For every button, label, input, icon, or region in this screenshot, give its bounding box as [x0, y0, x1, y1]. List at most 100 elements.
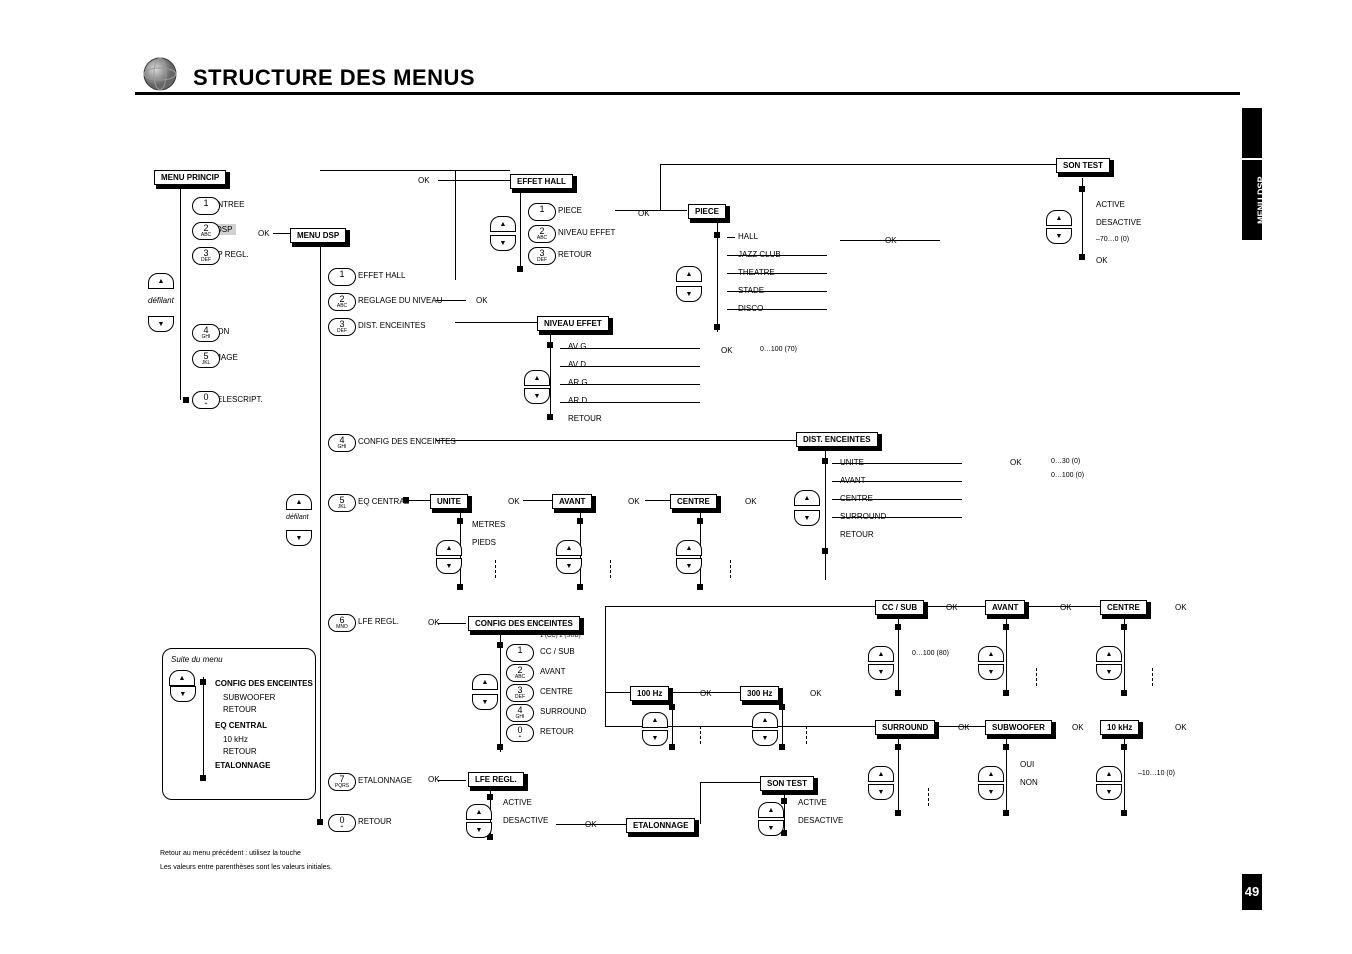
- eq300-up[interactable]: [752, 712, 778, 728]
- ok: OK: [958, 723, 970, 732]
- label-son-test: SON TEST: [1056, 158, 1110, 173]
- cfg-key-1[interactable]: 1: [506, 644, 534, 662]
- eq100-down[interactable]: [642, 730, 668, 746]
- eh-key-1[interactable]: 1: [528, 203, 556, 221]
- dsp-key-1[interactable]: 1: [328, 268, 356, 286]
- cfg-key-3[interactable]: 3DEF: [506, 684, 534, 702]
- ne-up[interactable]: [524, 370, 550, 386]
- eh-key-3[interactable]: 3DEF: [528, 247, 556, 265]
- lfe-2: DESACTIVE: [503, 816, 548, 825]
- eq10k-down[interactable]: [1096, 784, 1122, 800]
- cfg-2: AVANT: [540, 667, 565, 676]
- unite-down[interactable]: [436, 558, 462, 574]
- label-300hz: 300 Hz: [740, 686, 779, 701]
- ccsub-up[interactable]: [868, 646, 894, 662]
- cfg-surr-down[interactable]: [868, 784, 894, 800]
- eh-item-1: PIECE: [558, 206, 582, 215]
- dsp-up[interactable]: [286, 494, 312, 510]
- rb-up[interactable]: [169, 670, 195, 686]
- ok: OK: [700, 689, 712, 698]
- ok: OK: [508, 497, 520, 506]
- de-5: RETOUR: [840, 530, 874, 539]
- eq100-up[interactable]: [642, 712, 668, 728]
- eh-key-2[interactable]: 2ABC: [528, 225, 556, 243]
- cfg-1: CC / SUB: [540, 647, 575, 656]
- key-0[interactable]: 0+: [192, 391, 220, 409]
- cfg-avant-down[interactable]: [978, 664, 1004, 680]
- label-etalonnage: ETALONNAGE: [626, 818, 695, 833]
- cfg-sub-up[interactable]: [978, 766, 1004, 782]
- dsp-item-5: EQ CENTRAL: [358, 497, 409, 506]
- cfg-down[interactable]: [472, 694, 498, 710]
- cfg-key-0[interactable]: 0+: [506, 724, 534, 742]
- et1-down[interactable]: [758, 820, 784, 836]
- de-up[interactable]: [794, 490, 820, 506]
- avant-up[interactable]: [556, 540, 582, 556]
- page-title: STRUCTURE DES MENUS: [193, 65, 475, 91]
- cfg-sub-down[interactable]: [978, 784, 1004, 800]
- dsp-item-1: EFFET HALL: [358, 271, 405, 280]
- eh-item-2: NIVEAU EFFET: [558, 228, 615, 237]
- cfg-centre-up[interactable]: [1096, 646, 1122, 662]
- key-4[interactable]: 4GHI: [192, 324, 220, 342]
- st-2: DESACTIVE: [1096, 218, 1141, 227]
- cfg-surr-up[interactable]: [868, 766, 894, 782]
- et1-up[interactable]: [758, 802, 784, 818]
- dsp-item-7: ETALONNAGE: [358, 776, 412, 785]
- label-avant-c5: AVANT: [552, 494, 592, 509]
- st-up[interactable]: [1046, 210, 1072, 226]
- header-divider: [135, 92, 1240, 95]
- st-down[interactable]: [1046, 228, 1072, 244]
- root-down[interactable]: [148, 316, 174, 332]
- ccsub-down[interactable]: [868, 664, 894, 680]
- dsp-key-5[interactable]: 5JKL: [328, 494, 356, 512]
- key-1[interactable]: 1: [192, 197, 220, 215]
- avant-down[interactable]: [556, 558, 582, 574]
- label-10khz: 10 kHz: [1100, 720, 1139, 735]
- cfg-key-4[interactable]: 4GHI: [506, 704, 534, 722]
- cfg-avant-up[interactable]: [978, 646, 1004, 662]
- cfg-centre-down[interactable]: [1096, 664, 1122, 680]
- right-tab-section: MENU DSP: [1242, 160, 1262, 240]
- piece-down[interactable]: [676, 286, 702, 302]
- eq300-down[interactable]: [752, 730, 778, 746]
- ok: OK: [1072, 723, 1084, 732]
- stop: [822, 458, 828, 464]
- key-2[interactable]: 2ABC: [192, 222, 220, 240]
- lfe-down[interactable]: [466, 822, 492, 838]
- stop: [822, 548, 828, 554]
- label-menu-principal: MENU PRINCIP: [154, 170, 226, 185]
- stop: [714, 324, 720, 330]
- label-niveau-effet: NIVEAU EFFET: [537, 316, 609, 331]
- label-effet-hall: EFFET HALL: [510, 174, 573, 189]
- eh-up[interactable]: [490, 216, 516, 232]
- eh-down[interactable]: [490, 235, 516, 251]
- centre-up[interactable]: [676, 540, 702, 556]
- dsp-key-0[interactable]: 0+: [328, 814, 356, 832]
- de-down[interactable]: [794, 510, 820, 526]
- unite-up[interactable]: [436, 540, 462, 556]
- dsp-down[interactable]: [286, 530, 312, 546]
- stop: [697, 584, 703, 590]
- cfg-up[interactable]: [472, 674, 498, 690]
- cfg-key-2[interactable]: 2ABC: [506, 664, 534, 682]
- key-5[interactable]: 5JKL: [192, 350, 220, 368]
- ne-down[interactable]: [524, 388, 550, 404]
- dsp-key-3[interactable]: 3DEF: [328, 318, 356, 336]
- eq10k-up[interactable]: [1096, 766, 1122, 782]
- dsp-item-2: REGLAGE DU NIVEAU: [358, 296, 442, 305]
- lfe-up[interactable]: [466, 804, 492, 820]
- dsp-key-6[interactable]: 6MNO: [328, 614, 356, 632]
- piece-up[interactable]: [676, 266, 702, 282]
- et1-1: ACTIVE: [798, 798, 827, 807]
- label-cfg-avant: AVANT: [985, 600, 1025, 615]
- key-3[interactable]: 3DEF: [192, 247, 220, 265]
- dsp-key-4[interactable]: 4GHI: [328, 434, 356, 452]
- et1-2: DESACTIVE: [798, 816, 843, 825]
- dsp-key-7[interactable]: 7PQRS: [328, 773, 356, 791]
- rb-down[interactable]: [170, 686, 196, 702]
- stop: [457, 518, 463, 524]
- dsp-key-2[interactable]: 2ABC: [328, 293, 356, 311]
- centre-down[interactable]: [676, 558, 702, 574]
- root-up[interactable]: [148, 273, 174, 289]
